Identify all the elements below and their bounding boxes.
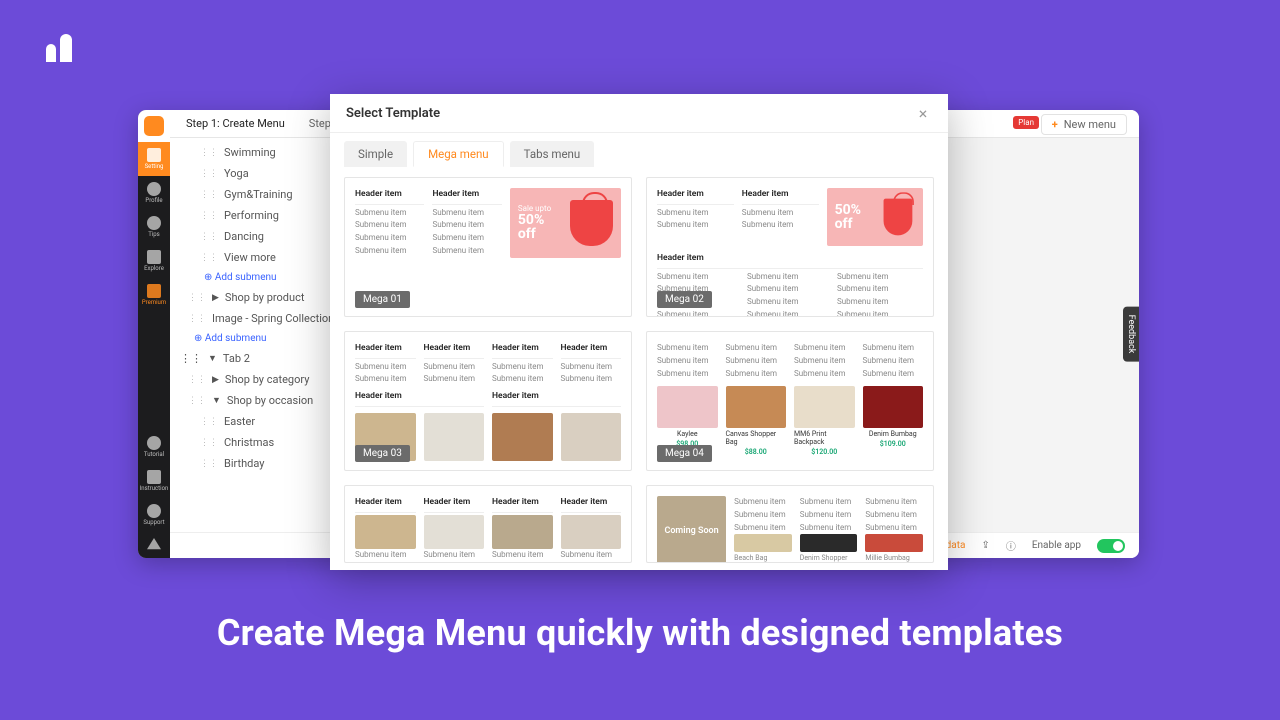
modal-title: Select Template bbox=[346, 106, 440, 121]
export-icon[interactable]: ⇪ bbox=[981, 540, 989, 551]
promo-banner: 50% off bbox=[827, 188, 923, 246]
lifestyle-photo bbox=[492, 413, 553, 461]
drag-handle-icon[interactable]: ⋮⋮ bbox=[200, 459, 218, 469]
overlay-photo: Coming Soon bbox=[657, 496, 726, 563]
drag-handle-icon[interactable]: ⋮⋮ bbox=[200, 190, 218, 200]
brand-logo bbox=[46, 34, 72, 62]
sidebar-item-instruction[interactable]: Instruction bbox=[138, 464, 170, 498]
lifestyle-photo bbox=[424, 413, 485, 461]
tree-item-label[interactable]: Shop by product bbox=[225, 291, 305, 304]
editor-sidebar: Setting Profile Tips Explore Premium Tut… bbox=[138, 110, 170, 558]
tab-simple[interactable]: Simple bbox=[344, 141, 407, 167]
sidebar-item-label: Instruction bbox=[140, 486, 169, 492]
sidebar-item-label: Premium bbox=[142, 300, 166, 306]
tree-item-label[interactable]: Image - Spring Collection bbox=[212, 312, 334, 325]
sidebar-item-support[interactable]: Support bbox=[138, 498, 170, 532]
tree-item-label[interactable]: Gym&Training bbox=[224, 188, 293, 201]
drag-handle-icon[interactable]: ⋮⋮ bbox=[200, 417, 218, 427]
template-card-mega-04[interactable]: Submenu itemSubmenu itemSubmenu item Sub… bbox=[646, 331, 934, 471]
modal-tabs: Simple Mega menu Tabs menu bbox=[330, 133, 948, 167]
hero-caption: Create Mega Menu quickly with designed t… bbox=[0, 612, 1280, 654]
drag-handle-icon[interactable]: ⋮⋮ bbox=[188, 375, 206, 385]
drag-handle-icon[interactable]: ⋮⋮ bbox=[188, 314, 206, 324]
sidebar-item-notifications[interactable] bbox=[138, 532, 170, 558]
drag-handle-icon[interactable]: ⋮⋮ bbox=[200, 253, 218, 263]
sidebar-item-label: Profile bbox=[145, 198, 162, 204]
template-badge: Mega 02 bbox=[657, 291, 712, 308]
tree-item-label[interactable]: Performing bbox=[224, 209, 279, 222]
sidebar-item-label: Tips bbox=[148, 232, 160, 238]
tree-item-label[interactable]: Shop by category bbox=[225, 373, 309, 386]
tree-item-label[interactable]: Easter bbox=[224, 415, 255, 428]
enable-app-label: Enable app bbox=[1032, 540, 1081, 551]
template-card-mega-01[interactable]: Header itemSubmenu itemSubmenu itemSubme… bbox=[344, 177, 632, 317]
template-badge: Mega 01 bbox=[355, 291, 410, 308]
drag-handle-icon[interactable]: ⋮⋮ bbox=[200, 438, 218, 448]
sidebar-item-tutorial[interactable]: Tutorial bbox=[138, 430, 170, 464]
bag-icon bbox=[570, 200, 613, 246]
tab-mega-menu[interactable]: Mega menu bbox=[413, 141, 504, 167]
template-card-mega-06[interactable]: Coming Soon Submenu itemSubmenu itemSubm… bbox=[646, 485, 934, 563]
new-menu-button[interactable]: + New menu bbox=[1041, 114, 1127, 135]
product-thumb: Denim Bumbag$109.00 bbox=[863, 386, 924, 456]
sidebar-item-setting[interactable]: Setting bbox=[138, 142, 170, 176]
info-icon[interactable]: ⓘ bbox=[1006, 538, 1016, 553]
sidebar-item-label: Tutorial bbox=[144, 452, 164, 458]
template-card-mega-05[interactable]: Header itemSubmenu item Header itemSubme… bbox=[344, 485, 632, 563]
tree-item-label[interactable]: Swimming bbox=[224, 146, 276, 159]
tree-item-label[interactable]: Christmas bbox=[224, 436, 274, 449]
template-card-mega-02[interactable]: Header itemSubmenu itemSubmenu item Head… bbox=[646, 177, 934, 317]
product-thumb: MM6 Print Backpack$120.00 bbox=[794, 386, 855, 456]
sidebar-item-profile[interactable]: Profile bbox=[138, 176, 170, 210]
promo-banner: Sale upto50% off bbox=[510, 188, 621, 258]
plus-icon: + bbox=[1052, 118, 1058, 131]
app-logo bbox=[138, 110, 170, 142]
plan-badge: Plan bbox=[1013, 116, 1039, 129]
select-template-modal: Select Template × Simple Mega menu Tabs … bbox=[330, 94, 948, 570]
tree-item-label[interactable]: View more bbox=[224, 251, 276, 264]
drag-handle-icon[interactable]: ⋮⋮ bbox=[200, 169, 218, 179]
sidebar-item-explore[interactable]: Explore bbox=[138, 244, 170, 278]
template-card-mega-03[interactable]: Header itemSubmenu itemSubmenu item Head… bbox=[344, 331, 632, 471]
bag-icon bbox=[883, 199, 911, 236]
step-1[interactable]: Step 1: Create Menu bbox=[186, 117, 285, 130]
tree-item-label[interactable]: Yoga bbox=[224, 167, 249, 180]
sidebar-item-tips[interactable]: Tips bbox=[138, 210, 170, 244]
enable-app-toggle[interactable] bbox=[1097, 539, 1125, 553]
drag-handle-icon[interactable]: ⋮⋮ bbox=[200, 211, 218, 221]
drag-handle-icon[interactable]: ⋮⋮ bbox=[200, 232, 218, 242]
drag-handle-icon[interactable]: ⋮⋮ bbox=[188, 293, 206, 303]
tree-item-label[interactable]: Shop by occasion bbox=[227, 394, 313, 407]
tree-item-label[interactable]: Birthday bbox=[224, 457, 265, 470]
sidebar-item-label: Setting bbox=[145, 164, 164, 170]
new-menu-label: New menu bbox=[1064, 118, 1116, 131]
template-badge: Mega 04 bbox=[657, 445, 712, 462]
sidebar-item-label: Explore bbox=[144, 266, 164, 272]
close-icon[interactable]: × bbox=[914, 104, 932, 122]
modal-body: Header itemSubmenu itemSubmenu itemSubme… bbox=[330, 167, 948, 570]
template-badge: Mega 03 bbox=[355, 445, 410, 462]
modal-header: Select Template × bbox=[330, 94, 948, 133]
sidebar-item-premium[interactable]: Premium bbox=[138, 278, 170, 312]
drag-handle-icon[interactable]: ⋮⋮ bbox=[188, 396, 206, 406]
product-thumb: Canvas Shopper Bag$88.00 bbox=[726, 386, 787, 456]
lifestyle-photo bbox=[561, 413, 622, 461]
tab-tabs-menu[interactable]: Tabs menu bbox=[510, 141, 595, 167]
tree-item-label[interactable]: Dancing bbox=[224, 230, 264, 243]
sidebar-item-label: Support bbox=[143, 520, 164, 526]
drag-handle-icon[interactable]: ⋮⋮ bbox=[200, 148, 218, 158]
feedback-tab[interactable]: Feedback bbox=[1123, 307, 1139, 362]
